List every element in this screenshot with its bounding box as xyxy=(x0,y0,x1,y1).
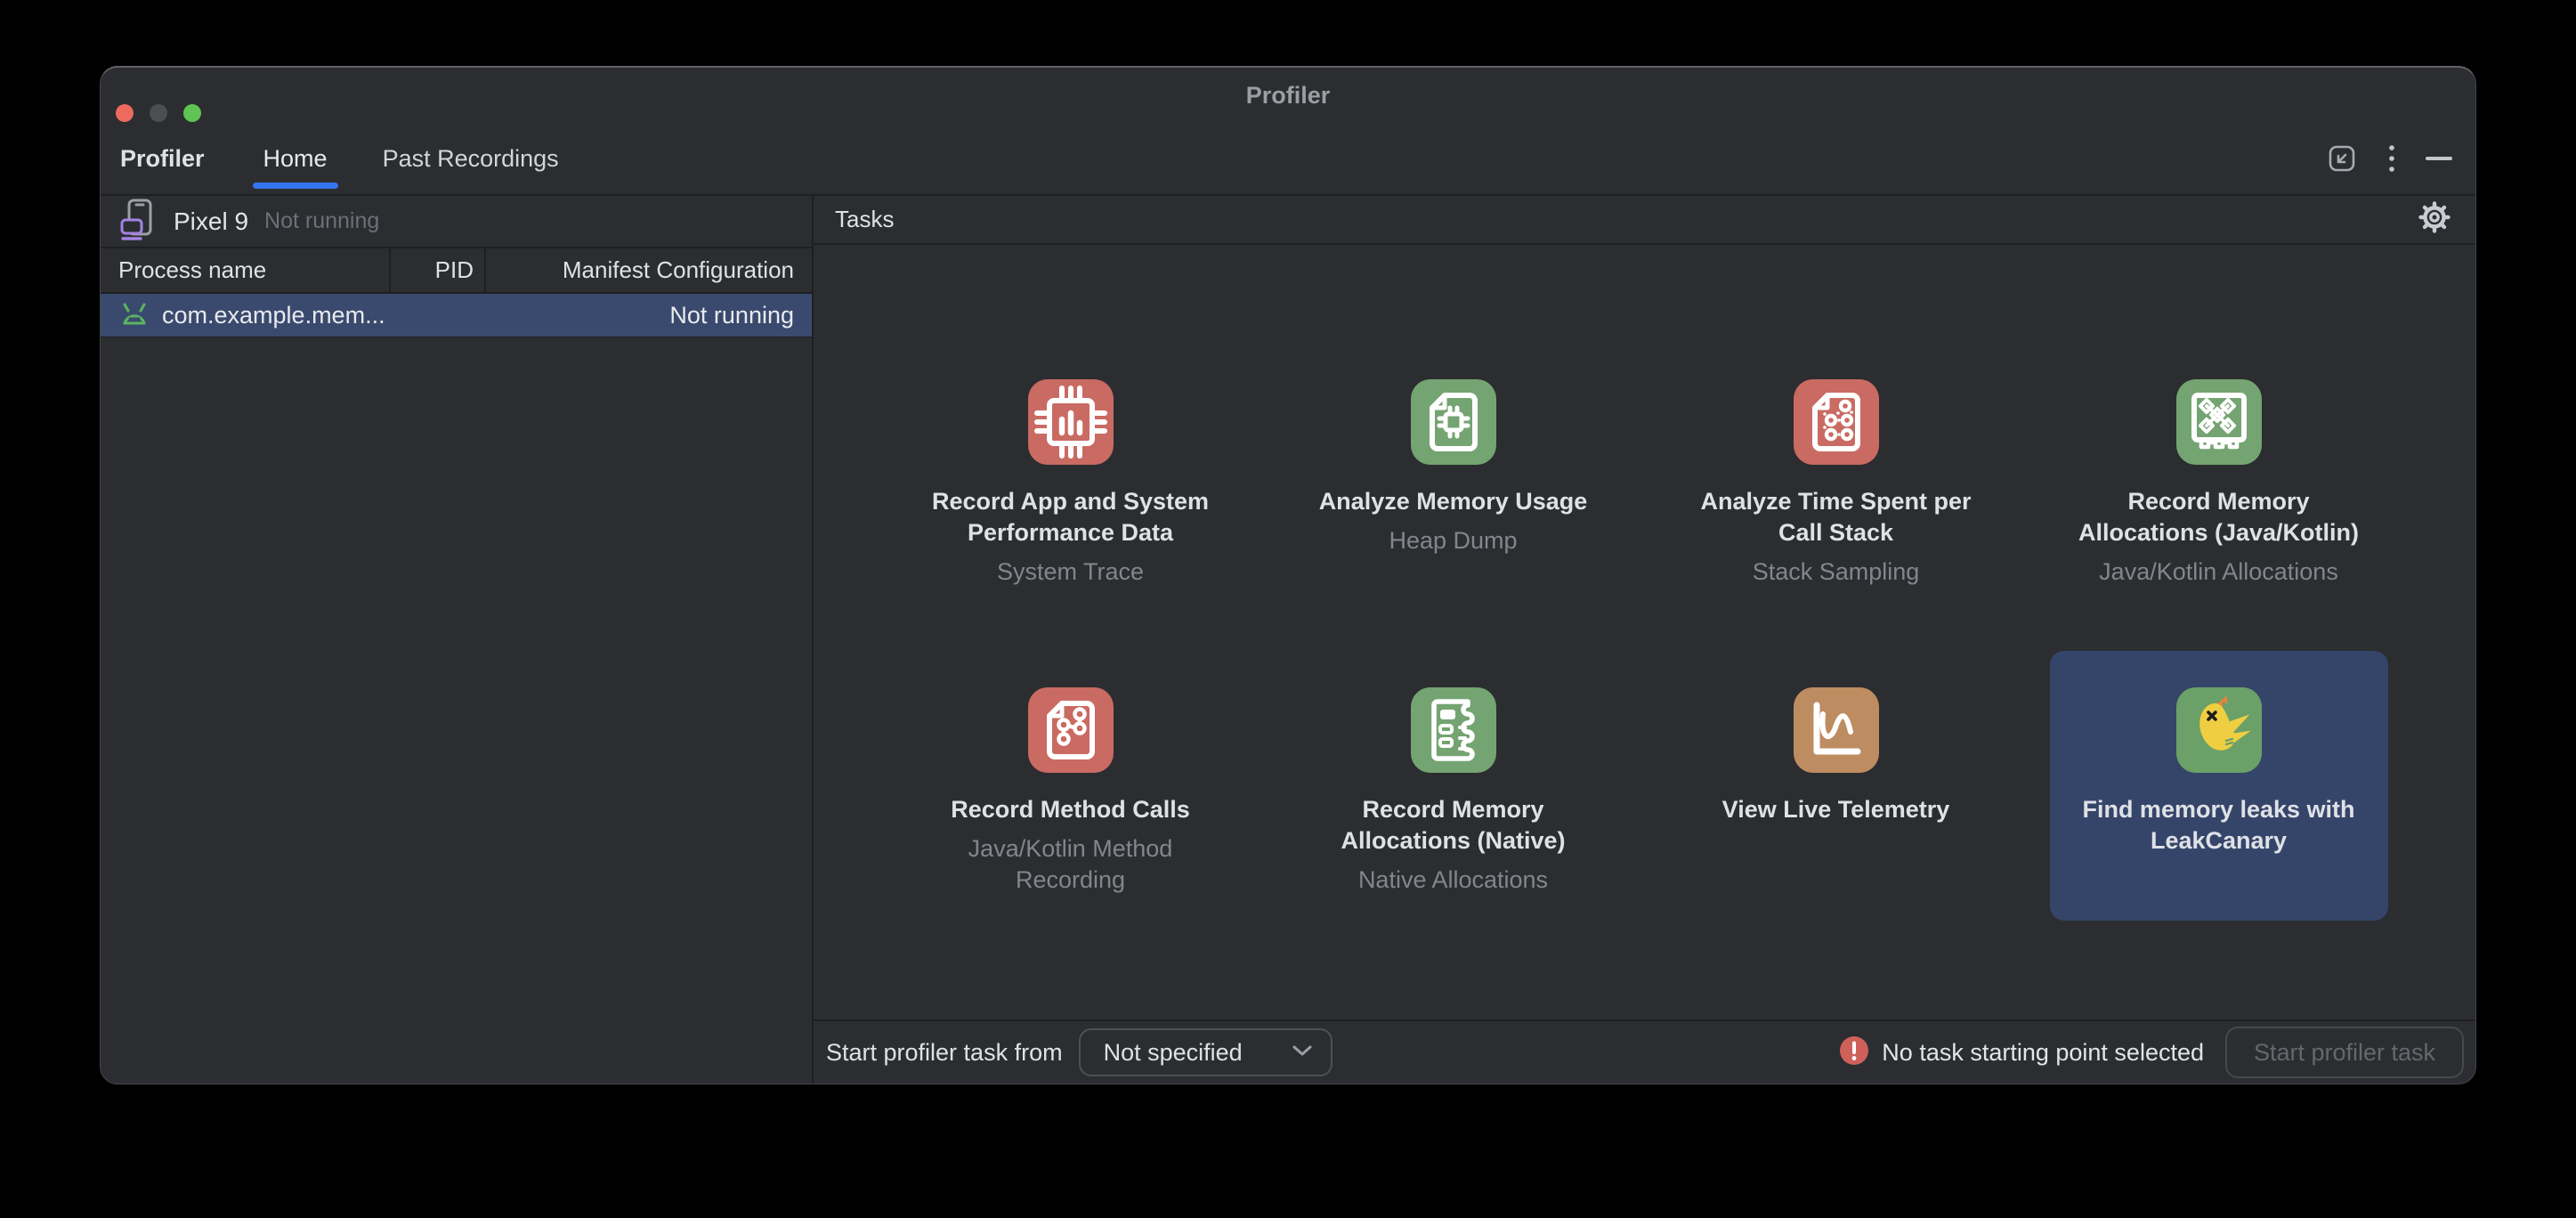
device-panel: Pixel 9 Not running Process name PID Man… xyxy=(101,196,814,1084)
process-list-empty-area xyxy=(101,337,812,1084)
tasks-panel: Tasks xyxy=(814,196,2475,1084)
task-card-subtitle: Java/Kotlin Method Recording xyxy=(923,833,1219,896)
task-card-subtitle: Native Allocations xyxy=(1358,865,1548,896)
task-card-record-memory-allocations-native[interactable]: Record Memory Allocations (Native) Nativ… xyxy=(1284,651,1623,921)
tab-past-recordings-label: Past Recordings xyxy=(383,145,559,173)
tasks-title: Tasks xyxy=(835,206,2417,233)
task-card-title: Analyze Memory Usage xyxy=(1319,486,1588,517)
task-card-analyze-time-per-call-stack[interactable]: Analyze Time Spent per Call Stack Stack … xyxy=(1667,343,2005,613)
close-window-button[interactable] xyxy=(116,104,134,122)
tasks-row-2: Record Method Calls Java/Kotlin Method R… xyxy=(814,651,2475,921)
tab-home-label: Home xyxy=(263,145,328,173)
process-row-selected[interactable]: com.example.mem... Not running xyxy=(101,294,812,337)
task-card-analyze-memory-usage[interactable]: Analyze Memory Usage Heap Dump xyxy=(1284,343,1623,613)
column-pid[interactable]: PID xyxy=(389,248,484,292)
task-card-record-method-calls[interactable]: Record Method Calls Java/Kotlin Method R… xyxy=(902,651,1240,921)
task-card-subtitle: Stack Sampling xyxy=(1753,556,1920,588)
native-allocations-icon xyxy=(1411,687,1496,773)
task-card-title: Record App and System Performance Data xyxy=(923,486,1219,548)
tab-bar: Profiler Home Past Recordings xyxy=(101,123,2475,196)
profiler-window: Profiler Profiler Home Past Recordings xyxy=(100,66,2476,1084)
process-status: Not running xyxy=(669,302,794,329)
titlebar: Profiler xyxy=(101,68,2475,123)
stack-sampling-icon xyxy=(1794,379,1879,465)
task-card-view-live-telemetry[interactable]: View Live Telemetry xyxy=(1667,651,2005,921)
task-card-subtitle: System Trace xyxy=(997,556,1144,588)
task-card-subtitle: Java/Kotlin Allocations xyxy=(2099,556,2338,588)
start-profiler-task-button[interactable]: Start profiler task xyxy=(2225,1027,2464,1078)
device-name: Pixel 9 xyxy=(174,207,248,236)
dropdown-value: Not specified xyxy=(1104,1039,1292,1067)
main-area: Pixel 9 Not running Process name PID Man… xyxy=(101,196,2475,1084)
method-calls-icon xyxy=(1028,687,1114,773)
footer-bar: Start profiler task from Not specified xyxy=(814,1019,2475,1084)
profiler-menu[interactable]: Profiler xyxy=(120,145,205,173)
zoom-window-button[interactable] xyxy=(183,104,201,122)
heap-dump-icon xyxy=(1411,379,1496,465)
tab-past-recordings[interactable]: Past Recordings xyxy=(381,123,561,194)
kebab-menu-icon[interactable] xyxy=(2388,143,2395,174)
android-icon xyxy=(118,300,150,331)
task-card-record-memory-allocations-jvm[interactable]: Record Memory Allocations (Java/Kotlin) … xyxy=(2050,343,2388,613)
column-process-name[interactable]: Process name xyxy=(101,248,389,292)
gear-icon[interactable] xyxy=(2417,199,2452,240)
starting-point-dropdown[interactable]: Not specified xyxy=(1079,1028,1333,1076)
column-manifest-configuration[interactable]: Manifest Configuration xyxy=(484,248,812,292)
window-title: Profiler xyxy=(101,68,2475,123)
chevron-down-icon xyxy=(1292,1044,1313,1061)
warning-group: No task starting point selected xyxy=(1839,1035,2204,1070)
task-card-title: View Live Telemetry xyxy=(1722,794,1950,825)
cpu-performance-icon xyxy=(1028,379,1114,465)
task-card-title: Record Memory Allocations (Native) xyxy=(1306,794,1601,857)
error-icon xyxy=(1839,1035,1869,1070)
task-card-subtitle: Heap Dump xyxy=(1389,525,1517,556)
jvm-allocations-icon xyxy=(2176,379,2262,465)
task-card-title: Analyze Time Spent per Call Stack xyxy=(1689,486,1984,548)
task-card-title: Record Memory Allocations (Java/Kotlin) xyxy=(2071,486,2367,548)
dock-window-icon[interactable] xyxy=(2326,142,2358,175)
start-task-from-label: Start profiler task from xyxy=(826,1039,1063,1067)
tasks-header: Tasks xyxy=(814,196,2475,245)
tasks-grid: Record App and System Performance Data S… xyxy=(814,245,2475,1019)
leakcanary-icon xyxy=(2176,687,2262,773)
device-status: Not running xyxy=(264,208,379,234)
virtual-device-icon xyxy=(118,197,161,246)
process-table-header: Process name PID Manifest Configuration xyxy=(101,248,812,294)
task-card-title: Find memory leaks with LeakCanary xyxy=(2071,794,2367,857)
tab-home[interactable]: Home xyxy=(262,123,329,194)
process-name: com.example.mem... xyxy=(162,302,658,329)
warning-text: No task starting point selected xyxy=(1882,1039,2204,1067)
device-header: Pixel 9 Not running xyxy=(101,196,812,248)
task-card-find-memory-leaks-leakcanary[interactable]: Find memory leaks with LeakCanary xyxy=(2050,651,2388,921)
tasks-row-1: Record App and System Performance Data S… xyxy=(814,343,2475,613)
traffic-lights xyxy=(116,104,201,122)
task-card-record-app-system-performance[interactable]: Record App and System Performance Data S… xyxy=(902,343,1240,613)
minimize-window-button[interactable] xyxy=(150,104,167,122)
window-toolbar-icons xyxy=(2326,142,2452,175)
live-telemetry-icon xyxy=(1794,687,1879,773)
minimize-icon[interactable] xyxy=(2426,157,2452,160)
task-card-title: Record Method Calls xyxy=(951,794,1190,825)
